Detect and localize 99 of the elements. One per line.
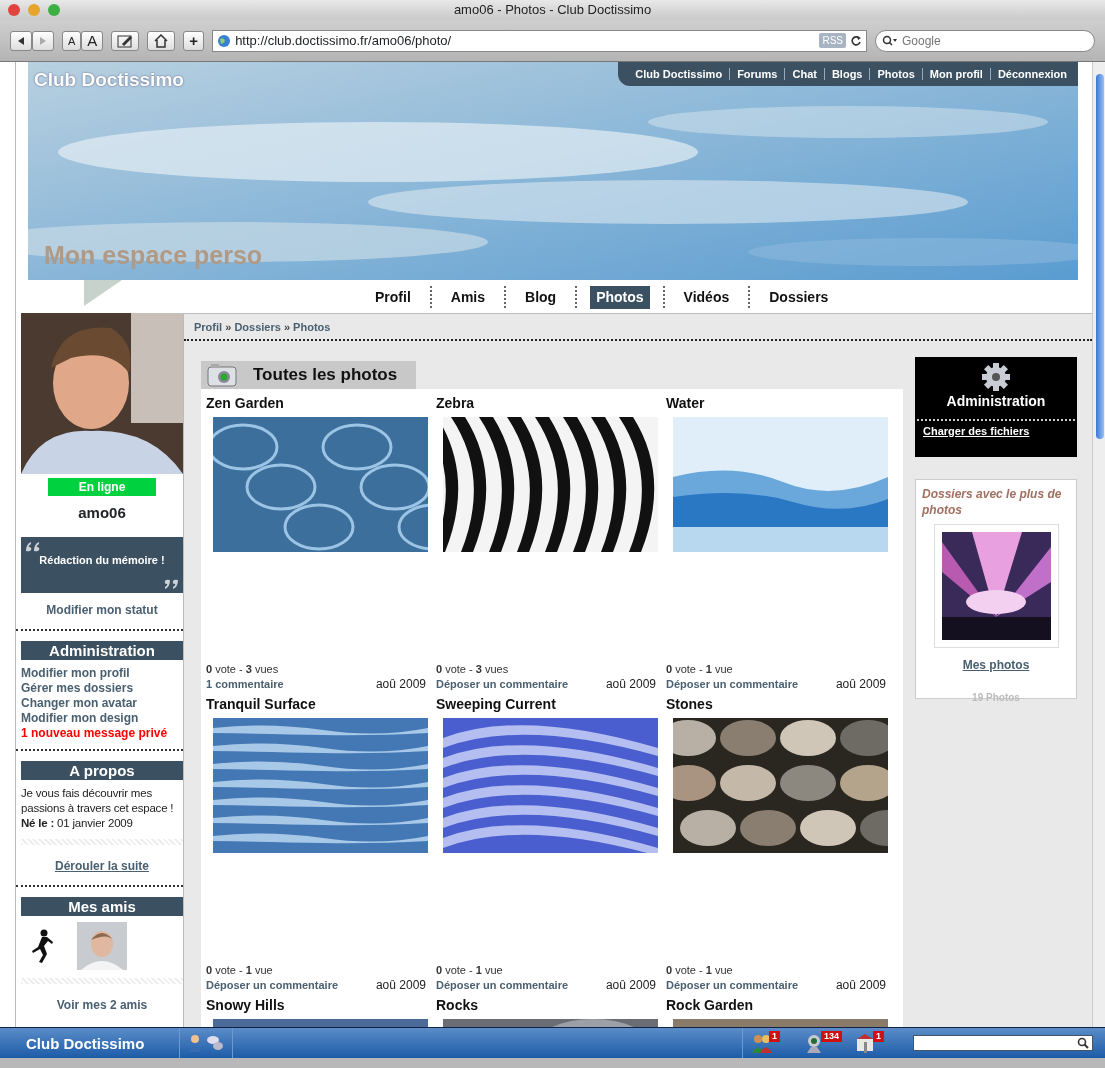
scrollbar-thumb[interactable]	[1096, 74, 1104, 439]
open-quote-icon	[25, 540, 40, 552]
photo-title[interactable]: Zebra	[436, 394, 666, 411]
nav-tab[interactable]: Amis	[444, 285, 491, 309]
photo-title[interactable]: Zen Garden	[206, 394, 436, 411]
person-icon[interactable]	[188, 1034, 202, 1052]
search-icon	[882, 34, 898, 47]
username: amo06	[77, 503, 127, 523]
reload-icon[interactable]	[850, 34, 862, 47]
nav-tab[interactable]: Vidéos	[677, 285, 736, 309]
photo-date: aoû 2009	[375, 976, 427, 994]
photo-stats: 0 vote - 1 vue	[666, 663, 734, 675]
breadcrumb-link[interactable]: Photos	[293, 321, 331, 333]
friends-link[interactable]: Voir mes 2 amis	[56, 997, 148, 1012]
photo-title[interactable]: Water	[666, 394, 896, 411]
back-arrow-icon	[16, 36, 26, 47]
section-header: Administration	[21, 640, 183, 660]
font-larger-button[interactable]: A	[81, 30, 104, 51]
nav-tab[interactable]: Photos	[590, 285, 650, 309]
window-title: amo06 - Photos - Club Doctissimo	[453, 2, 652, 17]
folders-title: Dossiers avec le plus de photos	[922, 485, 1063, 518]
comment-link[interactable]: Déposer un commentaire	[666, 977, 799, 994]
search-field[interactable]: Google	[875, 29, 1095, 52]
photo-title[interactable]: Sweeping Current	[436, 695, 666, 712]
photo-title[interactable]: Tranquil Surface	[206, 695, 436, 712]
add-bookmark-button[interactable]: +	[183, 30, 205, 51]
comment-link[interactable]: 1 commentaire	[206, 676, 284, 693]
breadcrumb-link[interactable]: Profil	[194, 321, 223, 333]
breadcrumb-separator: »	[283, 321, 291, 333]
breadcrumb-link[interactable]: Dossiers	[234, 321, 281, 333]
address-field[interactable]: http://club.doctissimo.fr/amo06/photo/ RSS	[212, 29, 867, 52]
message-alert-link[interactable]: 1 nouveau message privé	[21, 725, 183, 741]
upload-files-link[interactable]: Charger des fichiers	[915, 422, 1077, 439]
settings-icon	[982, 362, 1010, 391]
photo-date: aoû 2009	[605, 675, 657, 693]
photo-date: aoû 2009	[375, 675, 427, 693]
photo-date: aoû 2009	[605, 976, 657, 994]
status-text: Rédaction du mémoire !	[39, 553, 165, 566]
photo-date: aoû 2009	[835, 675, 887, 693]
chat-icon[interactable]	[206, 1034, 224, 1052]
top-nav-link[interactable]: Photos	[869, 68, 922, 80]
top-nav-link[interactable]: Blogs	[823, 68, 870, 80]
top-nav-link[interactable]: Forums	[729, 68, 785, 80]
folder-link[interactable]: Mes photos	[962, 655, 1030, 674]
top-nav-link[interactable]: Club Doctissimo	[628, 68, 730, 80]
top-nav-link[interactable]: Déconnexion	[989, 68, 1074, 80]
birth-date: Né le : 01 janvier 2009	[21, 815, 134, 831]
search-icon[interactable]	[1077, 1037, 1089, 1049]
comment-link[interactable]: Déposer un commentaire	[436, 977, 569, 994]
admin-link[interactable]: Changer mon avatar	[21, 695, 183, 711]
photo-title[interactable]: Snowy Hills	[206, 996, 436, 1013]
nav-tab[interactable]: Dossiers	[763, 285, 835, 309]
photo-title[interactable]: Rock Garden	[666, 996, 896, 1013]
notification-count: 1	[769, 1030, 780, 1042]
pencil-icon	[117, 34, 134, 49]
photo-stats: 0 vote - 1 vue	[206, 964, 274, 976]
comment-link[interactable]: Déposer un commentaire	[436, 676, 569, 693]
comment-link[interactable]: Déposer un commentaire	[666, 676, 799, 693]
photo-title[interactable]: Stones	[666, 695, 896, 712]
photo-title[interactable]: Rocks	[436, 996, 666, 1013]
nav-tab[interactable]: Blog	[519, 285, 563, 309]
photo-date: aoû 2009	[835, 976, 887, 994]
photo-stats: 0 vote - 1 vue	[436, 964, 504, 976]
font-smaller-button[interactable]: A	[62, 30, 82, 51]
admin-link[interactable]: Modifier mon profil	[21, 665, 183, 681]
notification-count: 134	[821, 1030, 843, 1042]
home-button[interactable]	[147, 30, 176, 51]
home-icon	[153, 34, 170, 49]
comment-link[interactable]: Déposer un commentaire	[206, 977, 339, 994]
about-text: Je vous fais découvrir mes passions à travers cet espace !	[21, 785, 175, 816]
photo-stats: 0 vote - 3 vues	[206, 663, 280, 675]
search-field[interactable]	[913, 1035, 1093, 1051]
admin-link[interactable]: Gérer mes dossiers	[21, 680, 183, 696]
admin-title: Administration	[945, 391, 1047, 411]
photo-count: 19 Photos	[971, 690, 1021, 705]
back-button[interactable]	[10, 30, 32, 51]
edit-status-link[interactable]: Modifier mon statut	[46, 602, 158, 617]
photo-stats: 0 vote - 3 vues	[436, 663, 510, 675]
banner-heading: Mon espace perso	[44, 239, 263, 271]
window-controls-drawing[interactable]	[7, 3, 61, 17]
friends-icon[interactable]	[751, 1032, 773, 1054]
notification-count: 1	[873, 1030, 884, 1042]
forward-arrow-icon	[38, 36, 48, 47]
top-nav-link[interactable]: Mon profil	[921, 68, 990, 80]
close-quote-icon	[164, 578, 179, 590]
camera-icon	[207, 362, 237, 387]
photo-stats: 0 vote - 1 vue	[666, 964, 734, 976]
read-more-link[interactable]: Dérouler la suite	[55, 858, 149, 873]
runner-icon[interactable]	[29, 928, 53, 963]
breadcrumb-separator: »	[225, 321, 232, 333]
section-header: Mes amis	[21, 896, 183, 916]
online-status: En ligne	[48, 478, 156, 496]
edit-button[interactable]	[111, 30, 140, 51]
gallery-title: Toutes les photos	[253, 363, 398, 386]
top-nav-link[interactable]: Chat	[784, 68, 824, 80]
admin-link[interactable]: Modifier mon design	[21, 710, 183, 726]
globe-icon	[217, 33, 232, 48]
section-header: A propos	[21, 760, 183, 780]
nav-tab[interactable]: Profil	[369, 285, 417, 309]
